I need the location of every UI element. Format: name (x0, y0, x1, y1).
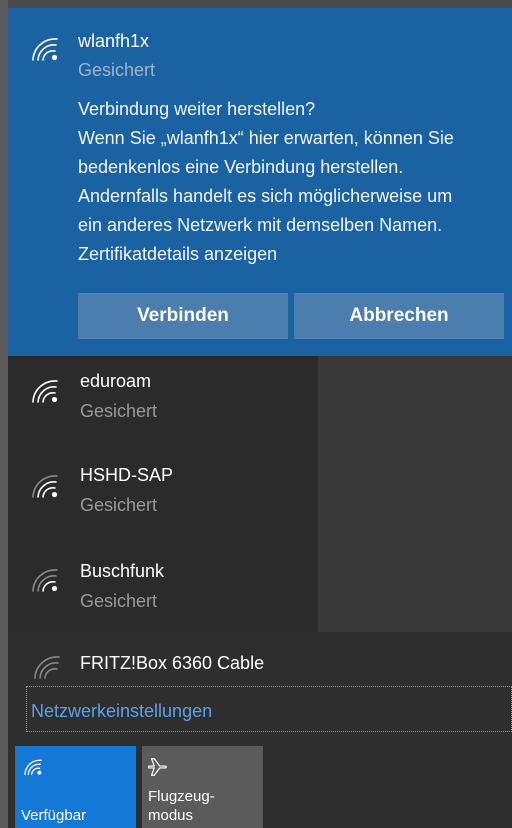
wifi-icon (32, 38, 58, 61)
prompt-question: Verbindung weiter herstellen? (78, 99, 316, 119)
prompt-text: ein anderes Netzwerk mit demselben Namen… (78, 215, 443, 235)
airplane-icon (148, 758, 167, 776)
network-item-fritzbox[interactable]: FRITZ!Box 6360 Cable (8, 640, 512, 682)
network-list: eduroam Gesichert HSHD-SAP Gesichert Bus… (8, 356, 318, 632)
airplane-mode-tile[interactable]: Flugzeug- modus (142, 746, 263, 828)
network-name: wlanfh1x (78, 31, 150, 51)
network-item-eduroam[interactable]: eduroam Gesichert (8, 356, 318, 450)
cancel-button[interactable]: Abbrechen (294, 293, 504, 339)
network-status: Gesichert (80, 495, 158, 515)
network-name: HSHD-SAP (80, 465, 174, 485)
wifi-tile-label: Verfügbar (21, 807, 87, 824)
connect-button[interactable]: Verbinden (78, 293, 288, 339)
network-status: Gesichert (80, 591, 158, 611)
wifi-icon (34, 656, 60, 679)
network-status: Gesichert (80, 401, 158, 421)
prompt-text: Andernfalls handelt es sich möglicherwei… (78, 186, 453, 206)
selected-network-item[interactable]: wlanfh1x Gesichert Verbindung weiter her… (8, 8, 512, 356)
network-settings-link[interactable]: Netzwerkeinstellungen (26, 686, 512, 732)
network-flyout: wlanfh1x Gesichert Verbindung weiter her… (0, 0, 512, 828)
network-item-buschfunk[interactable]: Buschfunk Gesichert (8, 544, 318, 632)
network-name: eduroam (80, 371, 152, 391)
network-item-hshd-sap[interactable]: HSHD-SAP Gesichert (8, 450, 318, 544)
certificate-details-link[interactable]: Zertifikatdetails anzeigen (78, 240, 508, 269)
prompt-text: bedenkenlos eine Verbindung herstellen. (78, 157, 404, 177)
wifi-icon (32, 475, 58, 498)
airplane-tile-label: Flugzeug- (148, 788, 215, 805)
wifi-icon (32, 380, 58, 403)
airplane-tile-label: modus (148, 807, 194, 824)
prompt-text: Wenn Sie „wlanfh1x“ hier erwarten, könne… (78, 128, 454, 148)
left-edge (0, 0, 8, 828)
connection-prompt: Verbindung weiter herstellen? Wenn Sie „… (78, 95, 508, 269)
network-settings-label: Netzwerkeinstellungen (31, 701, 213, 721)
background-area (318, 356, 512, 632)
wifi-toggle-tile[interactable]: Verfügbar (15, 746, 136, 828)
wifi-icon (24, 759, 42, 775)
network-status: Gesichert (78, 60, 156, 80)
wifi-icon (32, 569, 58, 592)
top-edge (0, 0, 512, 8)
network-name: FRITZ!Box 6360 Cable (80, 653, 265, 673)
network-name: Buschfunk (80, 561, 165, 581)
